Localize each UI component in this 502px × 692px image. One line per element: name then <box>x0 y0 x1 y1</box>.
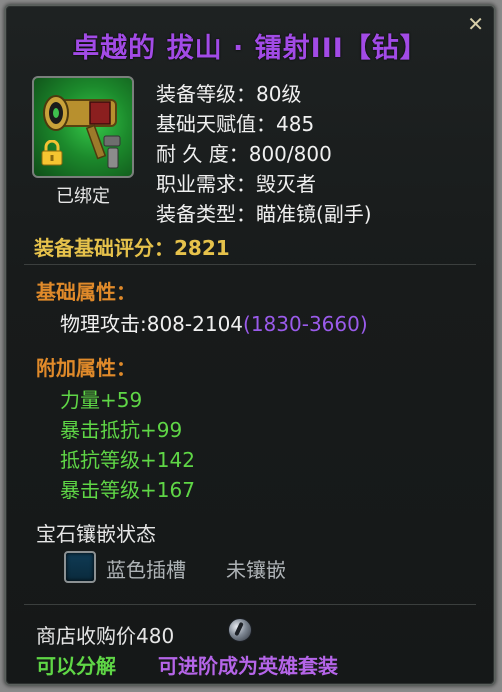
gem-status-title: 宝石镶嵌状态 <box>36 522 156 546</box>
upgrade-status: 可进阶成为英雄套装 <box>158 654 338 678</box>
extra-attribute: 暴击抵抗+99 <box>60 418 183 442</box>
physical-attack: 物理攻击:808-2104(1830-3660) <box>60 308 368 337</box>
extra-attribute: 暴击等级+167 <box>60 478 195 502</box>
durability: 耐 久 度：800/800 <box>156 142 332 166</box>
extra-attributes-title: 附加属性： <box>36 356 136 380</box>
gem-slot-icon[interactable] <box>64 551 96 583</box>
item-icon[interactable] <box>32 76 134 178</box>
class-requirement: 职业需求：毁灭者 <box>156 172 316 196</box>
divider <box>24 264 476 265</box>
equip-level: 装备等级：80级 <box>156 82 302 106</box>
silver-coin-icon <box>228 618 252 642</box>
attack-value: 物理攻击:808-2104 <box>60 312 244 336</box>
attack-range: (1830-3660) <box>243 312 368 336</box>
gem-slot-status: 未镶嵌 <box>226 558 286 582</box>
base-talent: 基础天赋值：485 <box>156 112 315 136</box>
item-title: 卓越的 拔山 · 镭射III【钻】 <box>72 33 428 64</box>
shop-price: 商店收购价480 <box>36 624 175 648</box>
extra-attribute: 力量+59 <box>60 388 143 412</box>
equip-score: 装备基础评分：2821 <box>34 236 230 260</box>
close-icon[interactable]: ✕ <box>467 12 484 36</box>
extra-attribute: 抵抗等级+142 <box>60 448 195 472</box>
equip-type: 装备类型：瞄准镜(副手) <box>156 202 372 226</box>
gem-slot-label: 蓝色插槽 <box>106 558 186 582</box>
item-tooltip: 卓越的 拔山 · 镭射III【钻】 ✕ 已绑定 装备等级：80级 基础天赋值：4… <box>4 4 496 686</box>
bound-status: 已绑定 <box>56 186 110 207</box>
divider <box>24 604 476 605</box>
base-attributes-title: 基础属性： <box>36 280 136 304</box>
decompose-status: 可以分解 <box>36 654 116 678</box>
lock-icon <box>40 139 64 170</box>
